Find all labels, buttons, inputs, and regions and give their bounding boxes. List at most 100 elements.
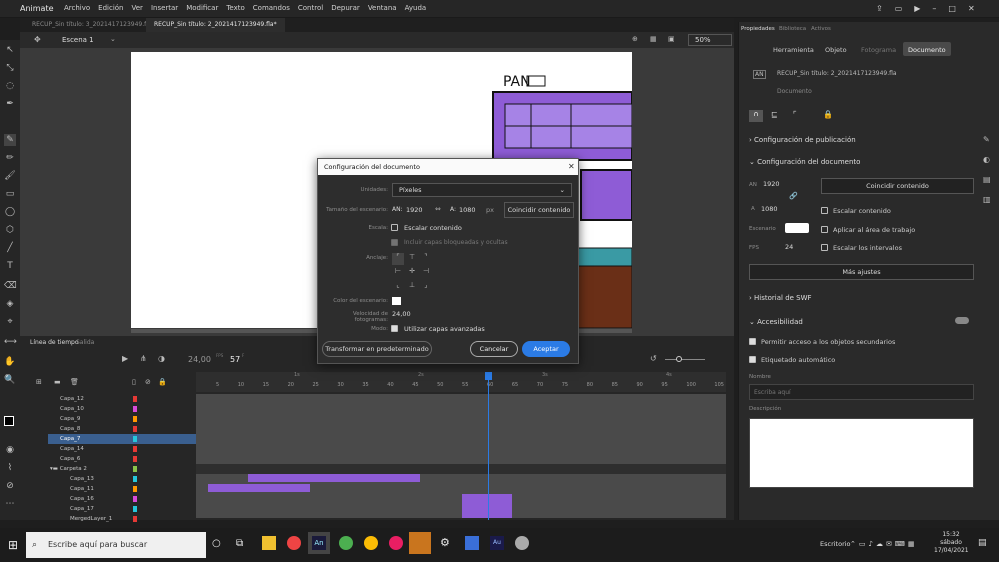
delete-layer-icon[interactable]: 🗑 bbox=[70, 378, 79, 386]
width-tool-icon[interactable]: ⟷ bbox=[4, 336, 17, 348]
tab-document-2[interactable]: RECUP_Sin título: 2_2021417123949.fla* bbox=[146, 18, 285, 32]
subselection-tool-icon[interactable]: ⤡ bbox=[4, 62, 16, 74]
pencil-tool-icon[interactable]: ✏ bbox=[4, 152, 16, 164]
camera-icon[interactable]: ▶ bbox=[122, 354, 128, 363]
desktop-label[interactable]: Escritorio bbox=[820, 540, 851, 548]
anchor-bottom-left-icon[interactable]: ⌞ bbox=[392, 281, 404, 293]
playhead[interactable] bbox=[488, 372, 489, 520]
clip-icon[interactable]: ▦ bbox=[650, 35, 657, 43]
tween-span[interactable] bbox=[248, 474, 420, 482]
layer-row[interactable]: MergedLayer_1 bbox=[48, 514, 196, 524]
advanced-layers-checkbox[interactable] bbox=[391, 325, 398, 332]
layer-color-chip[interactable] bbox=[133, 456, 137, 462]
library-icon[interactable]: ▥ bbox=[983, 190, 991, 210]
auto-label-checkbox[interactable] bbox=[749, 356, 756, 363]
cancel-button[interactable]: Cancelar bbox=[470, 341, 518, 357]
subtab-document[interactable]: Documento bbox=[903, 42, 951, 56]
hand-tool-icon[interactable]: ✋ bbox=[4, 356, 16, 368]
cortana-icon[interactable]: ○ bbox=[212, 538, 221, 549]
taskbar-search[interactable]: Escribe aquí para buscar bbox=[26, 532, 206, 558]
outline-icon[interactable]: ▯ bbox=[132, 378, 136, 386]
align-panel-icon[interactable]: ▤ bbox=[983, 170, 991, 190]
layer-color-chip[interactable] bbox=[133, 426, 137, 432]
frames-area[interactable] bbox=[196, 394, 726, 464]
tab-assets[interactable]: Activos bbox=[811, 26, 831, 32]
chevron-down-icon[interactable]: ⌄ bbox=[110, 35, 116, 43]
clock[interactable]: 15:32 sábado 17/04/2021 bbox=[934, 531, 969, 555]
layer-depth-icon[interactable]: ⋔ bbox=[140, 354, 147, 363]
layer-row[interactable]: Capa_6 bbox=[48, 454, 196, 464]
notifications-icon[interactable]: ▤ bbox=[978, 538, 987, 548]
layer-row-selected[interactable]: Capa_7 bbox=[48, 434, 196, 444]
workspace-icon[interactable]: ▭ bbox=[895, 4, 903, 13]
menu-archivo[interactable]: Archivo bbox=[64, 4, 90, 12]
description-textarea[interactable] bbox=[749, 418, 974, 488]
folder-frames[interactable] bbox=[196, 464, 726, 474]
new-folder-icon[interactable]: ▬ bbox=[54, 378, 61, 386]
stage-color-swatch[interactable] bbox=[785, 223, 809, 233]
new-layer-icon[interactable]: ⊞ bbox=[36, 378, 42, 386]
anchor-center-icon[interactable]: ✛ bbox=[406, 267, 418, 279]
accessibility-toggle[interactable] bbox=[955, 317, 969, 324]
section-swf[interactable]: › Historial de SWF bbox=[749, 294, 812, 302]
eye-icon[interactable]: ⊘ bbox=[145, 378, 151, 386]
tween-span[interactable] bbox=[462, 494, 512, 518]
maximize-icon[interactable]: □ bbox=[948, 4, 956, 13]
layer-row[interactable]: Capa_17 bbox=[48, 504, 196, 514]
menu-edicion[interactable]: Edición bbox=[98, 4, 123, 12]
match-content-button[interactable]: Coincidir contenido bbox=[821, 178, 974, 194]
tab-timeline[interactable]: Línea de tiempo bbox=[30, 339, 79, 346]
current-frame[interactable]: 57 bbox=[230, 355, 240, 364]
anchor-left-icon[interactable]: ⊢ bbox=[392, 267, 404, 279]
fps-value[interactable]: 24,00 bbox=[188, 355, 211, 364]
anchor-top-icon[interactable]: ⊤ bbox=[406, 253, 418, 265]
tab-library[interactable]: Biblioteca bbox=[779, 26, 806, 32]
tray-icons[interactable]: ⌃▭♪☁✉⌨▦ bbox=[850, 540, 918, 548]
tab-output[interactable]: Salida bbox=[76, 339, 94, 346]
link-icon[interactable]: 🔗 bbox=[789, 192, 798, 200]
animate-taskbar-icon[interactable]: An bbox=[308, 532, 330, 554]
height-input[interactable]: 1080 bbox=[459, 206, 476, 214]
center-stage-icon[interactable]: ⊕ bbox=[632, 35, 638, 43]
bone-tool-icon[interactable]: ⌇ bbox=[4, 462, 16, 474]
settings-gear-icon[interactable]: ⚙ bbox=[440, 536, 450, 549]
lock-icon[interactable]: 🔒 bbox=[823, 110, 833, 119]
eyedropper-tool-icon[interactable]: ⌖ bbox=[4, 316, 16, 328]
file-explorer-icon[interactable] bbox=[262, 536, 276, 550]
paint-brush-icon[interactable]: 🖌 bbox=[4, 170, 16, 182]
more-settings-button[interactable]: Más ajustes bbox=[749, 264, 974, 280]
layer-color-chip[interactable] bbox=[133, 496, 137, 502]
tab-document-3[interactable]: RECUP_Sin título: 3_2021417123949.fla bbox=[24, 18, 160, 32]
layer-color-chip[interactable] bbox=[133, 436, 137, 442]
menu-ayuda[interactable]: Ayuda bbox=[405, 4, 427, 12]
zoom-tool-icon[interactable]: 🔍 bbox=[4, 374, 16, 386]
pen-tool-icon[interactable]: ✒ bbox=[4, 98, 16, 110]
asset-warp-icon[interactable]: ⊘ bbox=[4, 480, 16, 492]
zoom-slider[interactable] bbox=[665, 359, 705, 360]
app-icon[interactable] bbox=[389, 536, 403, 550]
close-icon[interactable]: ✕ bbox=[968, 4, 975, 13]
menu-insertar[interactable]: Insertar bbox=[151, 4, 178, 12]
subtab-frame[interactable]: Fotograma bbox=[861, 46, 896, 54]
loop-icon[interactable]: ↺ bbox=[650, 354, 657, 363]
layer-row[interactable]: Capa_9 bbox=[48, 414, 196, 424]
align-icon[interactable]: ⊑ bbox=[771, 110, 778, 119]
units-select[interactable]: Píxeles ⌄ bbox=[392, 183, 572, 197]
scene-name[interactable]: Escena 1 bbox=[62, 36, 94, 44]
layer-color-chip[interactable] bbox=[133, 476, 137, 482]
playhead-handle[interactable] bbox=[485, 372, 492, 380]
layer-row[interactable]: Capa_14 bbox=[48, 444, 196, 454]
chrome-profile-icon[interactable] bbox=[364, 536, 378, 550]
scale-intervals-checkbox[interactable] bbox=[821, 244, 828, 251]
menu-modificar[interactable]: Modificar bbox=[186, 4, 218, 12]
an-value[interactable]: 1920 bbox=[763, 180, 780, 188]
timeline-ruler[interactable]: 1s 2s 3s 4s 5 10 15 20 25 30 35 40 45 50 55 60 65 70 7… bbox=[196, 372, 726, 392]
layer-color-chip[interactable] bbox=[133, 486, 137, 492]
subtab-tool[interactable]: Herramienta bbox=[773, 46, 814, 54]
close-icon[interactable]: ✕ bbox=[568, 162, 575, 171]
onion-skin-icon[interactable]: ◑ bbox=[158, 354, 165, 363]
link-icon[interactable]: ⇔ bbox=[435, 205, 441, 213]
task-view-icon[interactable]: ⧉ bbox=[236, 538, 243, 549]
fps-value[interactable]: 24 bbox=[785, 243, 793, 251]
camera-tool-icon[interactable]: ◉ bbox=[4, 444, 16, 456]
